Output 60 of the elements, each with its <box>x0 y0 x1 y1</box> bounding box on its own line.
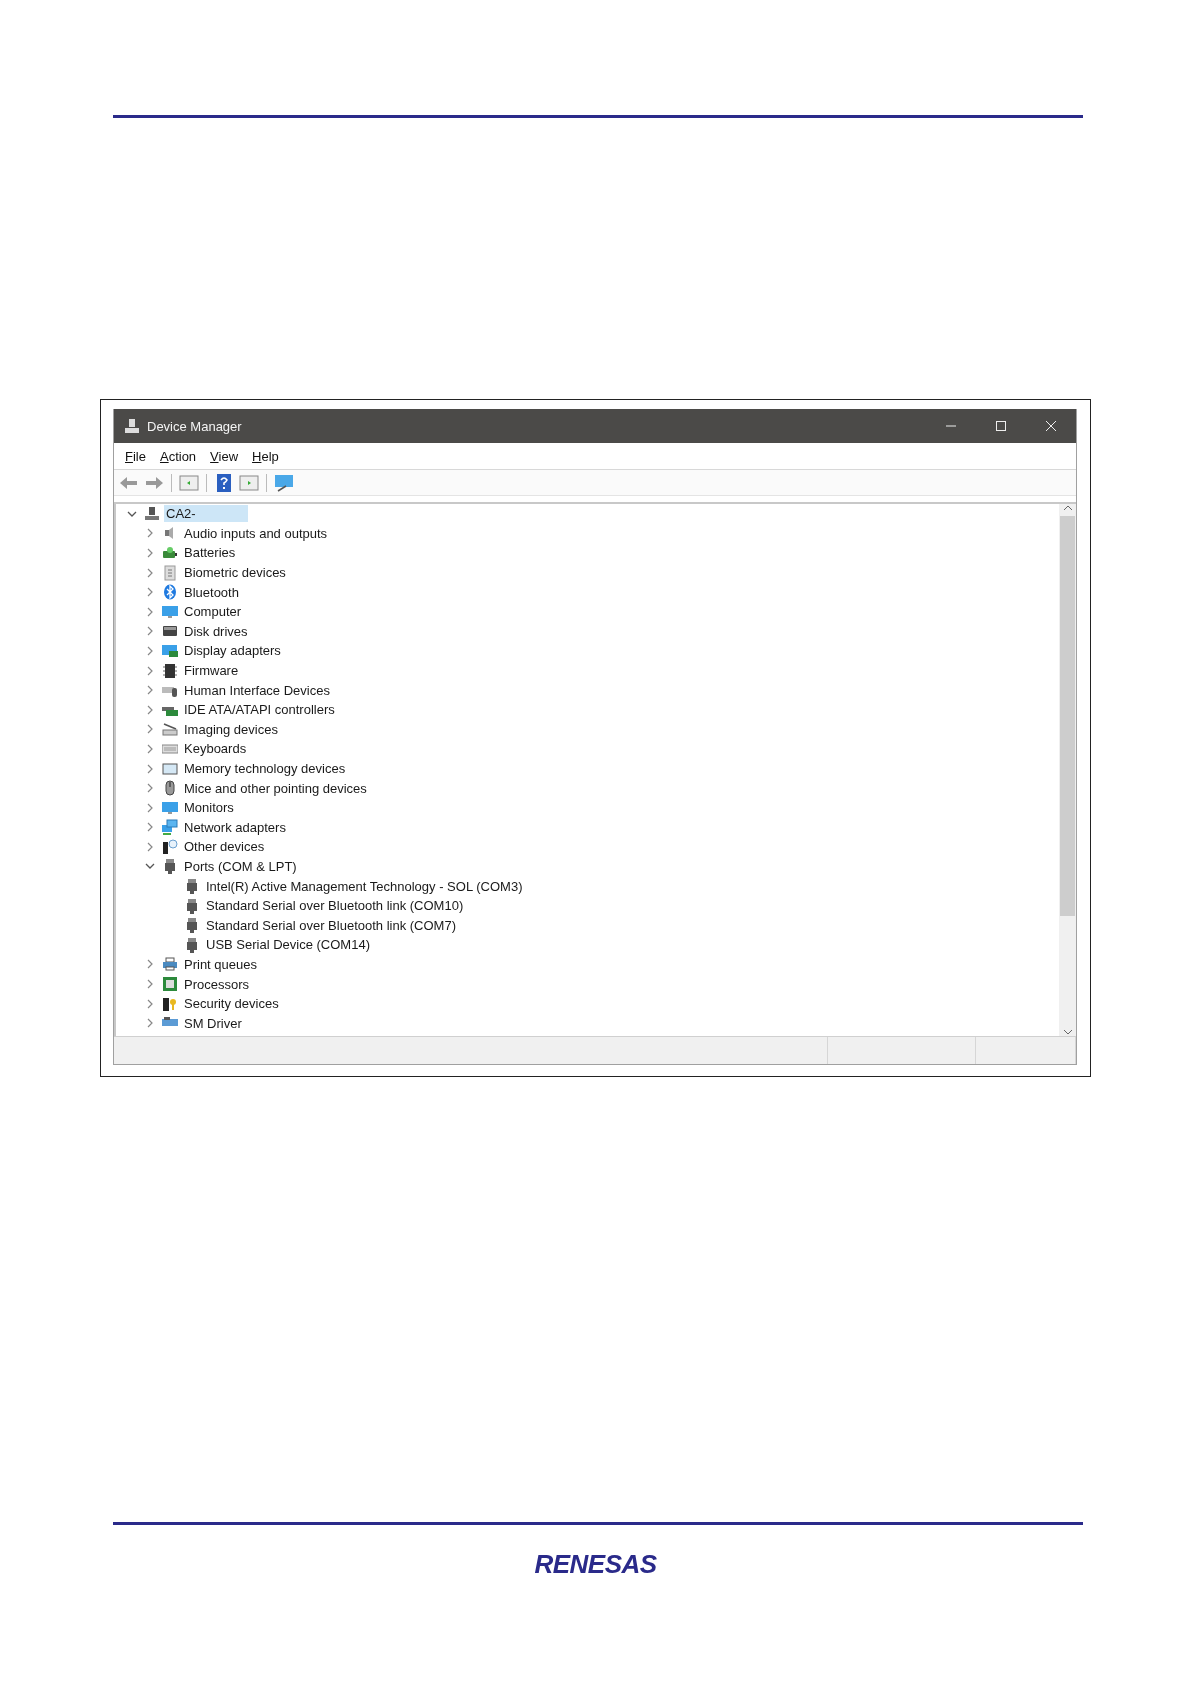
company-logo: RENESAS <box>534 1549 657 1580</box>
tree-item[interactable]: Monitors <box>182 799 236 817</box>
close-icon <box>1045 420 1057 432</box>
tree-item[interactable]: Disk drives <box>182 622 250 640</box>
tree-item[interactable]: SM Driver <box>182 1014 244 1032</box>
tree-item[interactable]: Ports (COM & LPT) <box>182 858 299 875</box>
tree-item[interactable]: Other devices <box>182 838 267 856</box>
port-icon <box>184 878 200 895</box>
tree-item[interactable]: Computer <box>182 603 244 621</box>
window-title: Device Manager <box>147 418 243 434</box>
tree-item[interactable]: IDE ATA/ATAPI controllers <box>182 701 337 719</box>
port-icon <box>162 858 178 875</box>
tree-item[interactable]: Standard Serial over Bluetooth link (COM7) <box>204 916 458 934</box>
tree-item[interactable]: Display adapters <box>182 642 283 660</box>
tree-item[interactable]: Memory technology devices <box>182 760 348 777</box>
menu-item[interactable]: File <box>120 446 151 466</box>
panel-icon[interactable] <box>178 472 200 493</box>
printer-icon <box>162 956 178 973</box>
tree-item[interactable]: Audio inputs and outputs <box>182 524 330 542</box>
port-icon <box>184 917 200 934</box>
memory-card-icon <box>162 760 178 777</box>
scanner-icon <box>162 721 178 738</box>
tree-item[interactable]: Standard Serial over Bluetooth link (COM10) <box>204 897 466 915</box>
tree-item[interactable]: Keyboards <box>182 740 249 758</box>
display-adapter-icon <box>162 642 178 659</box>
maximize-icon <box>995 420 1007 432</box>
tree-item[interactable]: Human Interface Devices <box>182 681 332 699</box>
computer-icon <box>144 505 160 522</box>
battery-icon <box>162 545 178 561</box>
tree-item[interactable]: Firmware <box>182 662 241 680</box>
bluetooth-icon <box>162 584 178 601</box>
tree-item[interactable]: Intel(R) Active Management Technology - SOL (COM3) <box>204 877 525 895</box>
monitor-icon[interactable] <box>273 472 295 493</box>
tree-item[interactable]: Network adapters <box>182 818 288 836</box>
menu-item[interactable]: Action <box>154 446 202 466</box>
tree-item[interactable]: Mice and other pointing devices <box>182 779 369 797</box>
tree-item[interactable]: Imaging devices <box>182 720 280 738</box>
port-icon <box>184 936 200 953</box>
chip-icon <box>162 662 178 679</box>
processor-icon <box>162 976 178 993</box>
scroll-down-icon[interactable] <box>1062 1028 1073 1036</box>
tree-item[interactable]: Bluetooth <box>182 583 241 601</box>
network-icon <box>162 819 178 836</box>
tree-item[interactable]: CA2- <box>164 505 248 523</box>
tree-item[interactable]: Biometric devices <box>182 564 288 582</box>
tree-item[interactable]: Batteries <box>182 544 238 562</box>
tree-item[interactable]: Print queues <box>182 955 259 973</box>
tree-item[interactable]: Security devices <box>182 995 281 1013</box>
monitor-icon <box>162 603 178 620</box>
monitor-icon <box>162 799 178 816</box>
tree-item[interactable]: Processors <box>182 975 252 993</box>
scroll-up-icon[interactable] <box>1062 504 1073 512</box>
security-device-icon <box>162 995 178 1012</box>
computer-icon <box>124 418 140 434</box>
menu-item[interactable]: View <box>205 446 244 466</box>
menu-item[interactable]: Help <box>247 446 284 466</box>
fingerprint-icon <box>162 564 178 581</box>
unknown-device-icon <box>162 838 178 855</box>
tree-item[interactable]: USB Serial Device (COM14) <box>204 936 372 954</box>
port-icon <box>184 897 200 914</box>
